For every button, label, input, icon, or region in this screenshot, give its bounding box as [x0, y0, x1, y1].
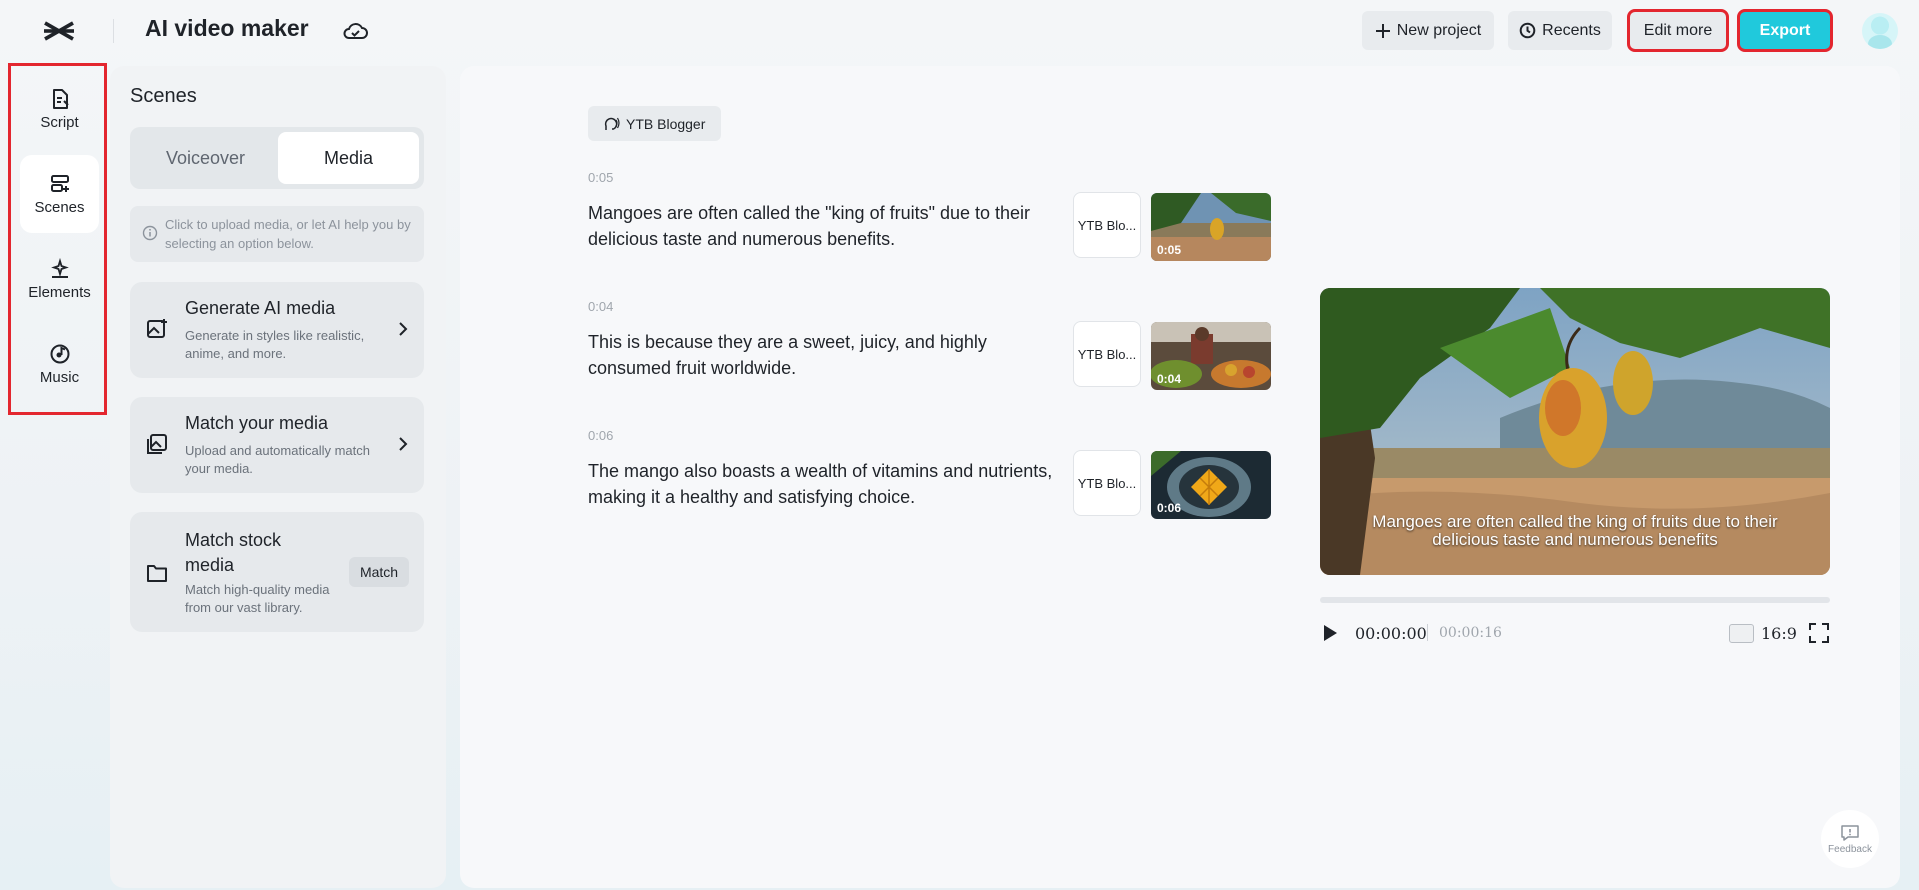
- card-title: Match your media: [185, 413, 329, 433]
- scene-row: 0:05 Mangoes are often called the "king …: [588, 170, 1278, 261]
- aspect-ratio-label[interactable]: 16:9: [1761, 624, 1797, 643]
- rail-label-elements: Elements: [28, 283, 91, 301]
- panel-title: Scenes: [130, 85, 197, 107]
- thumbnail-duration: 0:06: [1157, 501, 1182, 515]
- card-title: Match stock media: [185, 530, 282, 575]
- preview-subtitle: Mangoes are often called the king of fru…: [1372, 512, 1778, 549]
- scene-row: 0:06 The mango also boasts a wealth of v…: [588, 428, 1278, 519]
- rail-item-music[interactable]: Music: [20, 325, 99, 403]
- scene-row: 0:04 This is because they are a sweet, j…: [588, 299, 1278, 390]
- music-icon: [50, 344, 69, 363]
- cloud-sync-icon[interactable]: [342, 20, 368, 42]
- scene-voice-button[interactable]: YTB Blo...: [1073, 450, 1141, 516]
- rail-label-music: Music: [39, 368, 80, 386]
- playback-progress-bar[interactable]: [1320, 597, 1830, 603]
- feedback-button[interactable]: Feedback: [1821, 810, 1879, 868]
- scene-media-thumbnail[interactable]: 0:05: [1151, 193, 1271, 261]
- scene-media-thumbnail[interactable]: 0:06: [1151, 451, 1271, 519]
- rail-item-elements[interactable]: Elements: [20, 240, 99, 318]
- thumbnail-duration: 0:04: [1157, 372, 1182, 386]
- voice-head-icon: [604, 117, 620, 130]
- app-title: AI video maker: [145, 15, 309, 41]
- scene-time: 0:06: [588, 428, 614, 443]
- feedback-icon: [1841, 824, 1859, 841]
- hint-text: Click to upload media, or let AI help yo…: [165, 217, 411, 251]
- scenes-icon: [50, 174, 69, 192]
- generate-ai-media-card[interactable]: Generate AI media Generate in styles lik…: [130, 282, 424, 378]
- scene-text[interactable]: The mango also boasts a wealth of vitami…: [588, 458, 1058, 510]
- scene-time: 0:05: [588, 170, 614, 185]
- scene-text[interactable]: Mangoes are often called the "king of fr…: [588, 200, 1058, 252]
- scene-media-thumbnail[interactable]: 0:04: [1151, 322, 1271, 390]
- card-desc: Match high-quality media from our vast l…: [185, 582, 330, 615]
- thumbnail-duration: 0:05: [1157, 243, 1182, 257]
- card-desc: Generate in styles like realistic, anime…: [185, 328, 365, 361]
- tab-switcher: Voiceover Media: [130, 127, 424, 189]
- voice-selector-chip[interactable]: YTB Blogger: [588, 106, 721, 141]
- gallery-icon: [147, 434, 167, 454]
- aspect-ratio-icon[interactable]: [1729, 624, 1754, 643]
- info-icon: [142, 225, 158, 241]
- plus-icon: [1375, 23, 1390, 38]
- rail-item-scenes[interactable]: Scenes: [20, 155, 99, 233]
- tab-voiceover[interactable]: Voiceover: [135, 132, 276, 184]
- ai-image-icon: [147, 319, 167, 338]
- chevron-right-icon: [399, 437, 408, 451]
- fullscreen-icon[interactable]: [1808, 622, 1830, 644]
- rail-label-script: Script: [40, 113, 79, 131]
- scene-voice-button[interactable]: YTB Blo...: [1073, 192, 1141, 258]
- voice-chip-label: YTB Blogger: [626, 115, 706, 132]
- current-time: 00:00:00: [1355, 624, 1427, 643]
- top-bar: AI video maker New project Recents Edit …: [0, 0, 1919, 62]
- video-preview[interactable]: Mangoes are often called the king of fru…: [1320, 288, 1830, 575]
- script-icon: [52, 88, 69, 109]
- folder-icon: [147, 565, 167, 582]
- left-rail: Script Scenes Elements Music: [8, 63, 107, 415]
- scenes-panel: Scenes Voiceover Media Click to upload m…: [110, 66, 446, 888]
- scene-voice-button[interactable]: YTB Blo...: [1073, 321, 1141, 387]
- elements-icon: [50, 257, 69, 278]
- divider: [113, 19, 114, 43]
- new-project-button[interactable]: New project: [1362, 11, 1494, 50]
- scene-text[interactable]: This is because they are a sweet, juicy,…: [588, 329, 1058, 381]
- recents-button[interactable]: Recents: [1508, 11, 1612, 50]
- rail-item-script[interactable]: Script: [20, 70, 99, 148]
- recents-label: Recents: [1542, 21, 1601, 39]
- avatar[interactable]: [1862, 13, 1898, 49]
- feedback-label: Feedback: [1828, 843, 1872, 855]
- new-project-label: New project: [1396, 21, 1482, 39]
- time-divider: [1427, 624, 1428, 641]
- match-stock-media-card[interactable]: Match stock media Match high-quality med…: [130, 512, 424, 632]
- export-button[interactable]: Export: [1737, 9, 1833, 52]
- total-time: 00:00:16: [1439, 625, 1502, 641]
- rail-label-scenes: Scenes: [34, 198, 85, 216]
- capcut-logo-icon[interactable]: [42, 17, 76, 45]
- card-desc: Upload and automatically match your medi…: [185, 443, 370, 476]
- chevron-right-icon: [399, 322, 408, 336]
- card-title: Generate AI media: [185, 298, 336, 318]
- play-icon[interactable]: [1320, 622, 1340, 644]
- upload-hint: Click to upload media, or let AI help yo…: [130, 206, 424, 262]
- match-button[interactable]: Match: [349, 557, 409, 587]
- edit-more-button[interactable]: Edit more: [1627, 9, 1729, 52]
- scene-time: 0:04: [588, 299, 614, 314]
- match-your-media-card[interactable]: Match your media Upload and automaticall…: [130, 397, 424, 493]
- clock-icon: [1519, 22, 1536, 39]
- tab-media[interactable]: Media: [278, 132, 419, 184]
